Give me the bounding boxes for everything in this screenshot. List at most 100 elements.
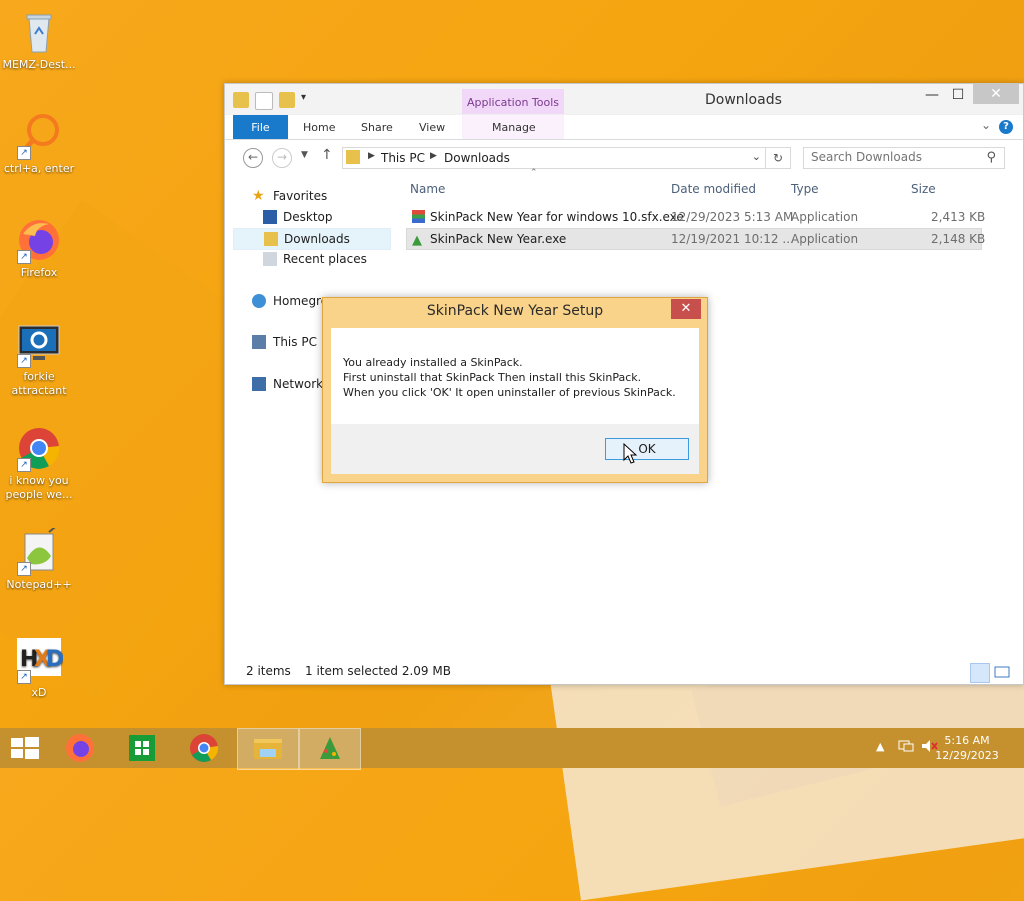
maximize-button[interactable]: ☐	[945, 86, 971, 106]
downloads-folder-icon	[264, 232, 278, 246]
search-box[interactable]: ⚲	[803, 147, 1005, 169]
chrome-icon: ↗	[15, 424, 63, 472]
folder-icon[interactable]	[233, 92, 249, 108]
file-date: 12/29/2023 5:13 AM	[671, 210, 794, 224]
search-icon: ⚲	[986, 150, 996, 165]
system-clock[interactable]: 5:16 AM 12/29/2023	[932, 733, 1002, 763]
chevron-right-icon: ▶	[368, 151, 375, 161]
search-input[interactable]	[804, 148, 981, 166]
selection-info: 1 item selected 2.09 MB	[305, 664, 451, 678]
new-folder-icon[interactable]	[279, 92, 295, 108]
network-icon	[252, 377, 266, 391]
desktop-icon-chrome[interactable]: ↗ i know you people we...	[0, 424, 78, 502]
ribbon-tabs: File Home Share View Manage ⌄ ?	[225, 115, 1023, 140]
shortcut-arrow-icon: ↗	[17, 354, 31, 368]
refresh-button[interactable]: ↻	[765, 147, 791, 169]
desktop-icon-forkie-attractant[interactable]: ↗ forkie attractant	[0, 320, 78, 398]
shortcut-arrow-icon: ↗	[17, 670, 31, 684]
desktop-icon-xd[interactable]: HXD ↗ xD	[0, 636, 78, 700]
column-header-name[interactable]: Name	[410, 182, 445, 196]
taskbar-skinpack-setup[interactable]	[299, 728, 361, 770]
file-type: Application	[791, 210, 859, 224]
recent-locations-icon[interactable]: ▼	[301, 150, 308, 160]
recycle-bin-icon	[15, 8, 63, 56]
dialog-close-button[interactable]: ✕	[671, 299, 701, 319]
title-bar: ▾ Application Tools Downloads — ☐ ✕	[225, 84, 1023, 114]
desktop-icon	[263, 210, 277, 224]
details-view-icon[interactable]	[970, 663, 990, 683]
window-title: Downloads	[705, 92, 782, 108]
tree-installer-icon	[320, 737, 340, 759]
windows-logo-icon	[11, 737, 39, 759]
status-bar: 2 items 1 item selected 2.09 MB	[225, 658, 1023, 684]
desktop-icon-firefox[interactable]: ↗ Firefox	[0, 216, 78, 280]
up-button[interactable]: ↑	[321, 147, 333, 163]
file-name: SkinPack New Year for windows 10.sfx.exe	[430, 210, 684, 224]
customize-toolbar-icon[interactable]: ▾	[301, 92, 309, 108]
column-header-type[interactable]: Type	[791, 182, 819, 196]
column-header-date[interactable]: Date modified	[671, 182, 756, 196]
folder-icon	[346, 150, 360, 164]
desktop-icon-notepad-plus-plus[interactable]: ↗ Notepad++	[0, 523, 78, 592]
tab-manage[interactable]: Manage	[492, 115, 536, 139]
help-icon[interactable]: ?	[999, 120, 1013, 134]
large-icons-view-icon[interactable]	[993, 663, 1011, 681]
nav-desktop[interactable]: Desktop	[233, 207, 389, 227]
setup-dialog: SkinPack New Year Setup ✕ You already in…	[322, 297, 708, 483]
minimize-button[interactable]: —	[919, 86, 945, 106]
ok-button[interactable]: OK	[605, 438, 689, 460]
mouse-cursor-icon	[623, 442, 638, 468]
file-row[interactable]: SkinPack New Year for windows 10.sfx.exe…	[406, 207, 985, 227]
store-icon	[129, 735, 155, 761]
nav-label: Favorites	[273, 189, 328, 203]
magnifier-icon: ↗	[15, 112, 63, 160]
navigation-bar: ← → ▼ ↑ ▶ This PC ▶ Downloads ⌄ ↻ ⚲	[225, 140, 1023, 174]
file-type: Application	[791, 232, 859, 246]
address-dropdown-icon[interactable]: ⌄	[752, 150, 761, 163]
desktop-icon-recycle-bin[interactable]: MEMZ-Dest...	[0, 8, 78, 72]
tab-file[interactable]: File	[233, 115, 288, 139]
nav-label: Downloads	[284, 232, 350, 246]
tab-share[interactable]: Share	[361, 115, 393, 139]
nav-favorites[interactable]: ★ Favorites	[233, 186, 389, 206]
close-button[interactable]: ✕	[973, 84, 1019, 104]
clock-time: 5:16 AM	[944, 734, 990, 747]
tab-home[interactable]: Home	[303, 115, 335, 139]
dialog-message-line: You already installed a SkinPack.	[343, 356, 523, 369]
nav-downloads[interactable]: Downloads	[233, 228, 391, 250]
desktop-icon-label: MEMZ-Dest...	[2, 58, 76, 71]
item-count: 2 items	[246, 664, 291, 678]
desktop-icon-label: forkie attractant	[11, 370, 67, 397]
taskbar-firefox[interactable]	[50, 728, 110, 768]
breadcrumb-this-pc[interactable]: This PC	[381, 151, 425, 165]
star-icon: ★	[252, 188, 265, 204]
forward-button[interactable]: →	[272, 148, 292, 168]
address-bar[interactable]: ▶ This PC ▶ Downloads ⌄	[342, 147, 766, 169]
show-hidden-icons-icon[interactable]: ▲	[876, 740, 884, 753]
clock-date: 12/29/2023	[935, 749, 999, 762]
column-header-size[interactable]: Size	[911, 182, 936, 196]
hxd-icon: HXD ↗	[15, 636, 64, 684]
pc-settings-icon: ↗	[15, 320, 63, 368]
nav-label: Desktop	[283, 210, 333, 224]
nav-recent-places[interactable]: Recent places	[233, 249, 389, 269]
tab-view[interactable]: View	[419, 115, 445, 139]
shortcut-arrow-icon: ↗	[17, 146, 31, 160]
start-button[interactable]	[0, 728, 50, 768]
back-button[interactable]: ←	[243, 148, 263, 168]
file-row-selected[interactable]: ▲ SkinPack New Year.exe 12/19/2021 10:12…	[406, 228, 986, 250]
notepad-plus-plus-icon: ↗	[15, 523, 63, 576]
breadcrumb-downloads[interactable]: Downloads	[444, 151, 510, 165]
taskbar-store[interactable]	[112, 728, 172, 768]
chevron-right-icon: ▶	[430, 151, 437, 161]
desktop-icon-ctrl-a-enter[interactable]: ↗ ctrl+a, enter	[0, 112, 78, 176]
taskbar-file-explorer[interactable]	[237, 728, 299, 770]
firefox-icon: ↗	[15, 216, 63, 264]
nav-label: Recent places	[283, 252, 367, 266]
properties-icon[interactable]	[255, 92, 273, 110]
network-tray-icon[interactable]	[898, 739, 914, 756]
file-size: 2,148 KB	[931, 232, 986, 246]
taskbar-chrome[interactable]	[174, 728, 234, 768]
desktop-icon-label: Firefox	[20, 266, 58, 279]
expand-ribbon-icon[interactable]: ⌄	[981, 118, 991, 132]
